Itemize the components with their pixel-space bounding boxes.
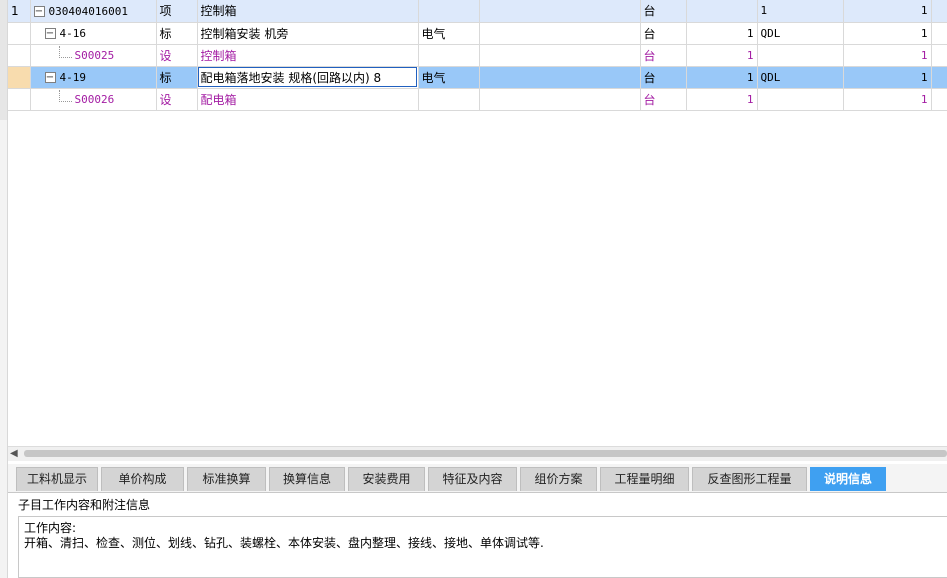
tab-standard-conversion[interactable]: 标准换算 <box>187 467 266 491</box>
name-cell[interactable]: 控制箱 <box>197 0 419 23</box>
seq-cell <box>8 44 31 67</box>
panel-title: 子目工作内容和附注信息 <box>18 498 151 512</box>
filler-cell <box>931 22 947 45</box>
type-cell[interactable]: 项 <box>156 0 198 23</box>
unit-cell[interactable]: 台 <box>640 0 687 23</box>
filler-cell <box>931 0 947 23</box>
filler-cell <box>931 44 947 67</box>
qty-cell[interactable]: 1 <box>686 44 758 67</box>
type-cell[interactable]: 设 <box>156 44 198 67</box>
filler-cell <box>931 88 947 111</box>
unit-cell[interactable]: 台 <box>640 22 687 45</box>
type-cell[interactable]: 标 <box>156 66 198 89</box>
seq-cell <box>8 88 31 111</box>
name-cell[interactable]: 控制箱 <box>197 44 419 67</box>
tab-conversion-info[interactable]: 换算信息 <box>269 467 345 491</box>
expr-cell[interactable] <box>757 88 844 111</box>
tab-install-fee[interactable]: 安装费用 <box>348 467 425 491</box>
tab-gongliaoji[interactable]: 工料机显示 <box>16 467 98 491</box>
amount-cell[interactable]: 1 <box>843 0 932 23</box>
qty-cell[interactable]: 1 <box>686 22 758 45</box>
empty-cell[interactable] <box>479 88 641 111</box>
unit-cell[interactable]: 台 <box>640 44 687 67</box>
code-text: 030404016001 <box>48 4 128 18</box>
empty-cell[interactable] <box>479 0 641 23</box>
scrollbar-thumb[interactable] <box>24 450 947 457</box>
spec-cell[interactable] <box>418 44 480 67</box>
tab-unit-price[interactable]: 单价构成 <box>101 467 184 491</box>
code-text: 4-16 <box>59 27 87 40</box>
empty-cell[interactable] <box>479 22 641 45</box>
unit-cell[interactable]: 台 <box>640 66 687 89</box>
spec-cell[interactable] <box>418 0 480 23</box>
description-textarea[interactable]: 工作内容: 开箱、清扫、检查、测位、划线、钻孔、装螺栓、本体安装、盘内整理、接线… <box>18 516 947 578</box>
seq-cell: 1 <box>8 0 31 23</box>
seq-cell <box>8 22 31 45</box>
horizontal-scrollbar[interactable]: ◀ <box>8 446 947 461</box>
spec-cell[interactable]: 电气 <box>418 66 480 89</box>
quota-table: 1 −030404016001 项 控制箱 台 1 1 −4-16 标 控制箱安… <box>8 0 947 111</box>
seq-cell <box>8 66 31 89</box>
tab-quantity-detail[interactable]: 工程量明细 <box>600 467 689 491</box>
spec-cell[interactable]: 电气 <box>418 22 480 45</box>
expr-cell[interactable]: 1 <box>757 0 844 23</box>
collapse-icon[interactable]: − <box>44 28 56 39</box>
code-text: S00026 <box>74 93 115 106</box>
collapse-icon[interactable]: − <box>44 72 56 83</box>
qty-cell[interactable]: 1 <box>686 88 758 111</box>
tab-pricing-plan[interactable]: 组价方案 <box>520 467 597 491</box>
amount-cell[interactable]: 1 <box>843 66 932 89</box>
expr-cell[interactable]: QDL <box>757 22 844 45</box>
code-text: 4-19 <box>59 71 87 84</box>
code-cell[interactable]: −4-16 <box>30 22 157 45</box>
table-row-selected[interactable]: −4-19 标 配电箱落地安装 规格(回路以内) 8 电气 台 1 QDL 1 <box>8 66 947 89</box>
type-cell[interactable]: 标 <box>156 22 198 45</box>
quota-grid: 1 −030404016001 项 控制箱 台 1 1 −4-16 标 控制箱安… <box>8 0 947 446</box>
tab-description[interactable]: 说明信息 <box>810 467 886 491</box>
table-row[interactable]: −4-16 标 控制箱安装 机旁 电气 台 1 QDL 1 <box>8 22 947 45</box>
description-line-2: 开箱、清扫、检查、测位、划线、钻孔、装螺栓、本体安装、盘内整理、接线、接地、单体… <box>24 536 544 550</box>
name-cell[interactable]: 控制箱安装 机旁 <box>197 22 419 45</box>
amount-cell[interactable]: 1 <box>843 22 932 45</box>
unit-cell[interactable]: 台 <box>640 88 687 111</box>
qty-cell[interactable]: 1 <box>686 66 758 89</box>
tree-connector <box>58 90 72 102</box>
code-cell[interactable]: −030404016001 <box>30 0 157 23</box>
code-cell[interactable]: S00026 <box>30 88 157 111</box>
tab-features[interactable]: 特征及内容 <box>428 467 517 491</box>
collapse-icon[interactable]: − <box>33 5 45 17</box>
code-text: S00025 <box>74 49 115 62</box>
expr-cell[interactable]: QDL <box>757 66 844 89</box>
code-cell[interactable]: −4-19 <box>30 66 157 89</box>
name-cell[interactable]: 配电箱 <box>197 88 419 111</box>
scroll-left-arrow-icon[interactable]: ◀ <box>10 447 18 461</box>
table-row[interactable]: 1 −030404016001 项 控制箱 台 1 1 <box>8 0 947 23</box>
amount-cell[interactable]: 1 <box>843 44 932 67</box>
type-cell[interactable]: 设 <box>156 88 198 111</box>
filler-cell <box>931 66 947 89</box>
amount-cell[interactable]: 1 <box>843 88 932 111</box>
tree-connector <box>58 46 72 58</box>
name-cell-editing[interactable]: 配电箱落地安装 规格(回路以内) 8 <box>197 66 419 89</box>
expr-cell[interactable] <box>757 44 844 67</box>
detail-tab-bar: 工料机显示 单价构成 标准换算 换算信息 安装费用 特征及内容 组价方案 工程量… <box>8 464 947 493</box>
description-line-1: 工作内容: <box>24 521 77 535</box>
empty-cell[interactable] <box>479 44 641 67</box>
table-row[interactable]: S00025 设 控制箱 台 1 1 <box>8 44 947 67</box>
left-panel-strip <box>0 0 8 578</box>
table-row[interactable]: S00026 设 配电箱 台 1 1 <box>8 88 947 111</box>
qty-cell[interactable] <box>686 0 758 23</box>
code-cell[interactable]: S00025 <box>30 44 157 67</box>
spec-cell[interactable] <box>418 88 480 111</box>
tab-reverse-graphic-quantity[interactable]: 反查图形工程量 <box>692 467 807 491</box>
empty-cell[interactable] <box>479 66 641 89</box>
left-panel-marker <box>0 0 7 120</box>
